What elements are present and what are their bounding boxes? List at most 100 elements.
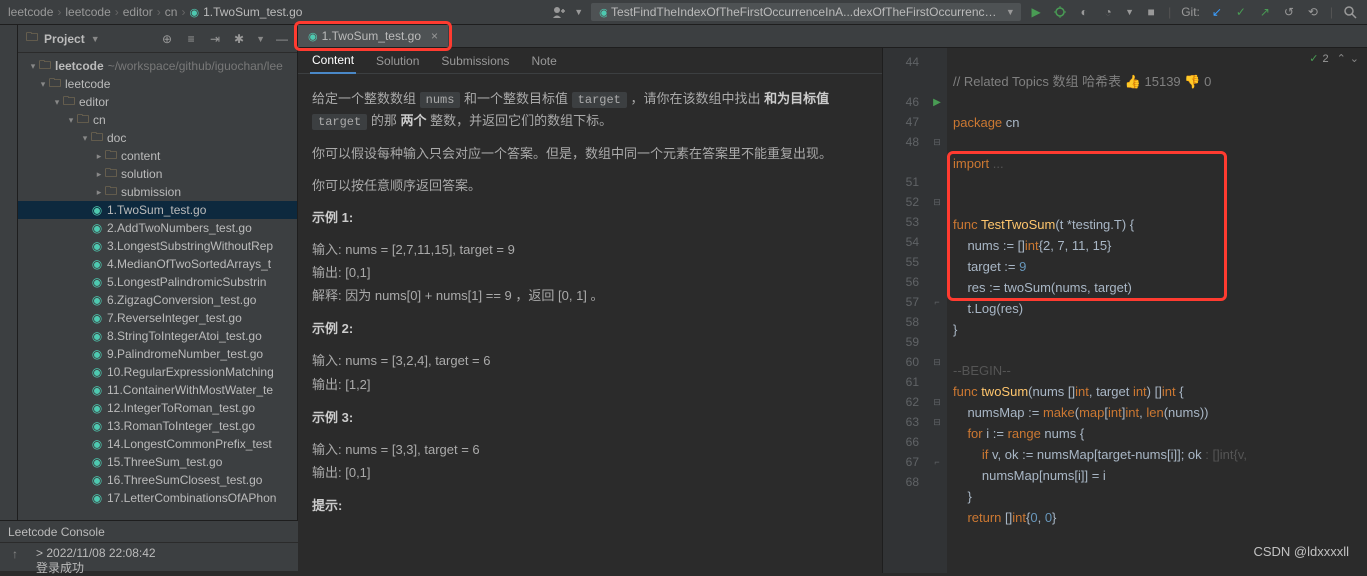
run-gutter-icon[interactable]: ▶ <box>933 97 941 108</box>
chevron-right-icon[interactable]: ▸ <box>94 151 104 162</box>
tab-submissions[interactable]: Submissions <box>439 49 511 73</box>
tree-file[interactable]: ◉1.TwoSum_test.go <box>18 201 297 219</box>
tree-folder[interactable]: ▸🗀submission <box>18 183 297 201</box>
breadcrumb-file[interactable]: ◉ 1.TwoSum_test.go <box>189 5 302 19</box>
problems-indicator[interactable]: ✓2 ⌃ ⌄ <box>1309 52 1359 65</box>
chevron-down-icon[interactable]: ▾ <box>80 133 90 144</box>
tree-folder[interactable]: ▾🗀leetcode <box>18 75 297 93</box>
tree-folder[interactable]: ▾🗀editor <box>18 93 297 111</box>
code-body[interactable]: // Related Topics 数组 哈希表 👍 15139 👎 0 pac… <box>947 48 1367 573</box>
chevron-right-icon[interactable]: ▸ <box>94 169 104 180</box>
add-user-icon[interactable] <box>552 5 566 19</box>
go-file-icon: ◉ <box>90 257 104 271</box>
history-icon[interactable]: ↺ <box>1282 5 1296 19</box>
watermark: CSDN @ldxxxxll <box>1253 544 1349 559</box>
code-editor[interactable]: 4446474851525354555657585960616263666768… <box>883 48 1367 573</box>
chevron-down-icon[interactable]: ▾ <box>52 97 62 108</box>
chevron-right-icon: › <box>157 5 161 19</box>
locate-icon[interactable]: ⊕ <box>160 32 174 46</box>
fold-icon[interactable]: ⊟ <box>933 137 941 148</box>
stop-icon[interactable]: ■ <box>1144 5 1158 19</box>
left-tool-strip[interactable] <box>0 25 18 520</box>
tree-root[interactable]: ▾ 🗀 leetcode ~/workspace/github/iguochan… <box>18 57 297 75</box>
go-file-icon: ◉ <box>90 293 104 307</box>
tree-file[interactable]: ◉4.MedianOfTwoSortedArrays_t <box>18 255 297 273</box>
chevron-right-icon: › <box>57 5 61 19</box>
go-file-icon: ◉ <box>90 455 104 469</box>
go-file-icon: ◉ <box>90 329 104 343</box>
debug-icon[interactable] <box>1053 5 1067 19</box>
tree-file[interactable]: ◉13.RomanToInteger_test.go <box>18 417 297 435</box>
coverage-icon[interactable]: ◐ <box>1077 5 1091 19</box>
profile-icon[interactable]: ◔ <box>1101 5 1115 19</box>
fold-icon[interactable]: ⊟ <box>933 417 941 428</box>
breadcrumb-item[interactable]: editor <box>123 5 153 19</box>
tree-file[interactable]: ◉2.AddTwoNumbers_test.go <box>18 219 297 237</box>
line-gutter: 4446474851525354555657585960616263666768 <box>883 48 927 573</box>
breadcrumb-item[interactable]: leetcode <box>8 5 53 19</box>
fold-icon[interactable]: ⊟ <box>933 197 941 208</box>
settings-icon[interactable]: ✱ <box>232 32 246 46</box>
breadcrumb-item[interactable]: leetcode <box>65 5 110 19</box>
tree-file[interactable]: ◉16.ThreeSumClosest_test.go <box>18 471 297 489</box>
tree-folder[interactable]: ▾🗀doc <box>18 129 297 147</box>
breadcrumb: leetcode › leetcode › editor › cn › ◉ 1.… <box>0 5 544 19</box>
tab-content[interactable]: Content <box>310 48 356 74</box>
tree-file[interactable]: ◉6.ZigzagConversion_test.go <box>18 291 297 309</box>
close-icon[interactable]: × <box>431 29 438 43</box>
dropdown-arrow-icon[interactable]: ▼ <box>256 34 265 44</box>
folder-icon: 🗀 <box>90 128 104 149</box>
tree-file[interactable]: ◉7.ReverseInteger_test.go <box>18 309 297 327</box>
fold-icon[interactable]: ⊟ <box>933 397 941 408</box>
go-file-icon: ◉ <box>90 419 104 433</box>
content-pane: Content Solution Submissions Note 给定一个整数… <box>298 48 883 573</box>
search-icon[interactable] <box>1343 5 1357 19</box>
tree-file[interactable]: ◉17.LetterCombinationsOfAPhon <box>18 489 297 507</box>
run-config-selector[interactable]: ◉ TestFindTheIndexOfTheFirstOccurrenceIn… <box>591 3 1021 21</box>
scroll-up-icon[interactable]: ↑ <box>8 547 22 561</box>
fold-end-icon: ⌐ <box>934 297 939 307</box>
dropdown-arrow-icon[interactable]: ▼ <box>574 7 583 17</box>
fold-icon[interactable]: ⊟ <box>933 357 941 368</box>
chevron-down-icon[interactable]: ▾ <box>38 79 48 90</box>
panel-title: Project <box>44 32 85 46</box>
go-file-icon: ◉ <box>90 275 104 289</box>
problem-description: 给定一个整数数组 nums 和一个整数目标值 target ，请你在该数组中找出… <box>298 74 882 573</box>
breadcrumb-item[interactable]: cn <box>165 5 178 19</box>
collapse-all-icon[interactable]: ⇥ <box>208 32 222 46</box>
chevron-down-icon[interactable]: ▾ <box>28 61 38 72</box>
tree-file[interactable]: ◉9.PalindromeNumber_test.go <box>18 345 297 363</box>
folder-icon: 🗀 <box>76 110 90 131</box>
tree-folder[interactable]: ▾🗀cn <box>18 111 297 129</box>
tree-folder[interactable]: ▸🗀solution <box>18 165 297 183</box>
editor-tab[interactable]: ◉ 1.TwoSum_test.go × <box>298 25 448 47</box>
git-label: Git: <box>1181 5 1200 19</box>
tree-folder[interactable]: ▸🗀content <box>18 147 297 165</box>
tree-file[interactable]: ◉12.IntegerToRoman_test.go <box>18 399 297 417</box>
tree-file[interactable]: ◉5.LongestPalindromicSubstrin <box>18 273 297 291</box>
git-commit-icon[interactable]: ✓ <box>1234 5 1248 19</box>
go-file-icon: ◉ <box>90 383 104 397</box>
rollback-icon[interactable]: ⟲ <box>1306 5 1320 19</box>
dropdown-arrow-icon[interactable]: ▼ <box>1125 7 1134 17</box>
dropdown-arrow-icon[interactable]: ▼ <box>91 34 100 44</box>
go-file-icon: ◉ <box>90 401 104 415</box>
go-file-icon: ◉ <box>90 239 104 253</box>
tab-note[interactable]: Note <box>529 49 558 73</box>
run-icon[interactable]: ▶ <box>1029 5 1043 19</box>
git-push-icon[interactable]: ↗ <box>1258 5 1272 19</box>
chevron-right-icon[interactable]: ▸ <box>94 187 104 198</box>
hide-icon[interactable]: — <box>275 32 289 46</box>
git-update-icon[interactable]: ↙ <box>1210 5 1224 19</box>
gutter-icons: ▶⊟⊟⌐⊟⊟⊟⌐ <box>927 48 947 573</box>
tree-file[interactable]: ◉10.RegularExpressionMatching <box>18 363 297 381</box>
chevron-right-icon: › <box>181 5 185 19</box>
tree-file[interactable]: ◉11.ContainerWithMostWater_te <box>18 381 297 399</box>
tree-file[interactable]: ◉3.LongestSubstringWithoutRep <box>18 237 297 255</box>
tree-file[interactable]: ◉8.StringToIntegerAtoi_test.go <box>18 327 297 345</box>
tree-file[interactable]: ◉14.LongestCommonPrefix_test <box>18 435 297 453</box>
expand-all-icon[interactable]: ≡ <box>184 32 198 46</box>
tab-solution[interactable]: Solution <box>374 49 421 73</box>
tree-file[interactable]: ◉15.ThreeSum_test.go <box>18 453 297 471</box>
chevron-down-icon[interactable]: ▾ <box>66 115 76 126</box>
